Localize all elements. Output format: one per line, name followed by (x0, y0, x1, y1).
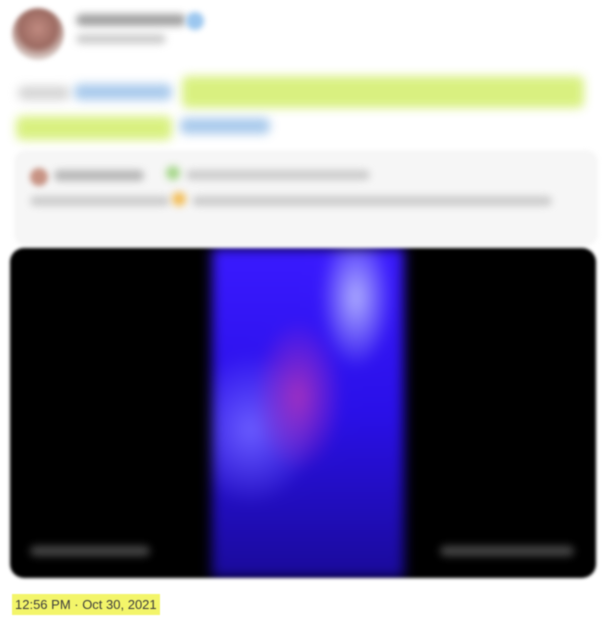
quoted-text-segment (186, 170, 370, 180)
highlighted-text (16, 116, 172, 140)
user-handle[interactable] (76, 34, 166, 44)
tweet-text-segment (18, 86, 70, 100)
tweet-timestamp[interactable]: 12:56 PM · Oct 30, 2021 (12, 594, 160, 615)
tweet-card: 12:56 PM · Oct 30, 2021 (0, 0, 610, 629)
display-name[interactable] (76, 14, 186, 26)
avatar[interactable] (12, 8, 64, 60)
video-controls-right[interactable] (440, 546, 574, 556)
tweet-mention-link[interactable] (74, 84, 172, 100)
video-frame (212, 248, 404, 578)
quoted-emoji (166, 166, 180, 180)
video-controls-left[interactable] (30, 546, 150, 556)
highlighted-text (182, 76, 584, 108)
quoted-name (54, 170, 144, 181)
verified-badge-icon (186, 12, 204, 30)
quoted-text-segment (30, 196, 170, 206)
quoted-avatar (30, 168, 48, 186)
quoted-text-segment (192, 196, 552, 206)
tweet-link[interactable] (180, 118, 270, 134)
quoted-emoji (172, 192, 186, 206)
video-player[interactable] (10, 248, 596, 578)
